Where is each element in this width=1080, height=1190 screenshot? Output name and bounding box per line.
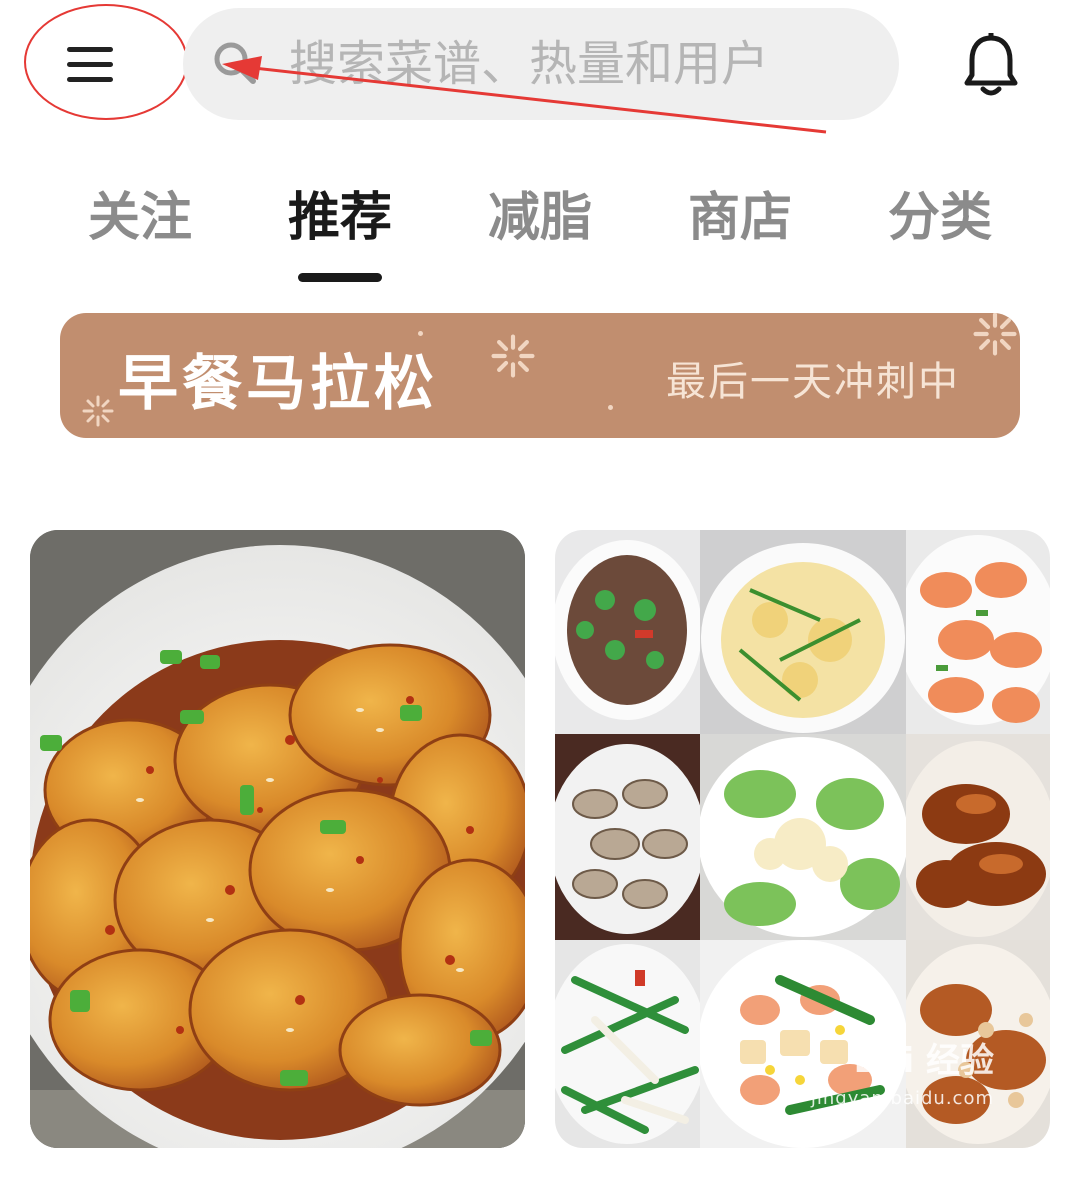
promo-banner[interactable]: 早餐马拉松 最后一天冲刺中 [60, 313, 1020, 438]
spicy-potato-slices-photo [30, 530, 525, 1148]
category-tabs: 关注 推荐 减脂 商店 分类 [40, 180, 1040, 290]
tab-categories[interactable]: 分类 [840, 180, 1040, 290]
tab-fat-loss[interactable]: 减脂 [440, 180, 640, 290]
sparkle-dot [418, 331, 423, 336]
sparkle-icon [973, 313, 1017, 356]
watermark-domain: jingyan.baidu.com [810, 1088, 994, 1109]
recipe-card[interactable] [30, 530, 525, 1148]
recipe-card[interactable]: Bai 经验 jingyan.baidu.com [555, 530, 1050, 1148]
tab-follow[interactable]: 关注 [40, 180, 240, 290]
watermark: Bai 经验 jingyan.baidu.com [811, 1042, 994, 1118]
banner-title: 早餐马拉松 [118, 349, 438, 419]
notification-button[interactable] [956, 30, 1026, 100]
bell-icon [964, 33, 1018, 96]
menu-button[interactable] [44, 30, 136, 100]
search-input[interactable] [289, 36, 869, 92]
sparkle-icon [491, 334, 535, 378]
tab-recommended[interactable]: 推荐 [240, 180, 440, 290]
search-icon [214, 42, 256, 84]
sparkle-icon [82, 395, 114, 427]
search-bar[interactable] [183, 8, 899, 120]
watermark-brand: Bai 经验 [853, 1041, 994, 1081]
banner-subtitle: 最后一天冲刺中 [666, 359, 960, 405]
hamburger-menu-icon [67, 47, 113, 83]
sparkle-dot [608, 405, 613, 410]
tab-store[interactable]: 商店 [640, 180, 840, 290]
